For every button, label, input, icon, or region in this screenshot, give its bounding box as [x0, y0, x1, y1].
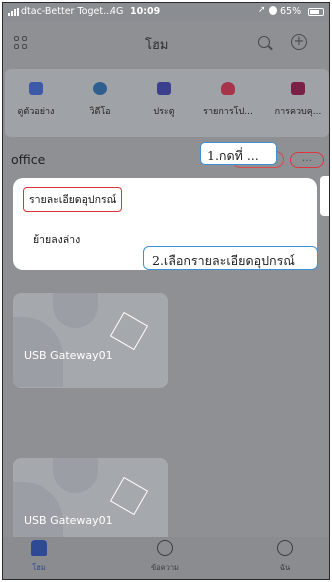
options-popup: รายละเอียดอุปกรณ์ ย้ายลงล่าง 2.เลือกรายล…: [13, 178, 318, 270]
category-label: ดูตัวอย่าง: [17, 107, 55, 117]
gateway-icon: [109, 311, 149, 351]
category-door[interactable]: ประตู: [133, 76, 195, 118]
nav-label: ข้อความ: [150, 563, 179, 572]
card-decoration: [53, 293, 98, 328]
page-title: โฮม: [145, 38, 169, 53]
room-title: office: [11, 152, 46, 167]
battery-icon: [308, 8, 324, 16]
device-category-strip: ดูตัวอย่าง วิดีโอ ประตู รายการโป... การค…: [5, 69, 329, 137]
camera-icon: [29, 82, 43, 95]
network-type: 4G: [110, 6, 124, 17]
popup-edge: [320, 176, 329, 216]
profile-icon: [277, 540, 293, 556]
alarm-icon: [269, 6, 277, 15]
carrier-name: dtac-Better Toget...: [21, 6, 113, 17]
control-icon: [291, 82, 305, 95]
phone-screen: dtac-Better Toget... 4G 10:09 ➚ 65% โฮม …: [2, 2, 330, 580]
nav-messages[interactable]: ข้อความ: [137, 540, 193, 574]
gateway-icon: [109, 476, 149, 516]
category-video[interactable]: วิดีโอ: [69, 76, 131, 118]
dimmed-home-content: โฮม + ดูตัวอย่าง วิดีโอ ประตู รายการโป..…: [3, 21, 329, 553]
category-favorites[interactable]: รายการโป...: [197, 76, 259, 118]
nav-me[interactable]: ฉัน: [265, 540, 305, 574]
add-icon[interactable]: +: [291, 34, 307, 50]
grid-menu-icon[interactable]: [14, 36, 28, 50]
location-icon: ➚: [258, 5, 266, 15]
step2-callout: 2.เลือกรายละเอียดอุปกรณ์: [143, 246, 318, 270]
card-decoration: [53, 458, 98, 493]
device-card[interactable]: USB Gateway01: [13, 293, 168, 388]
clock: 10:09: [130, 6, 161, 17]
video-icon: [93, 82, 107, 95]
nav-label: โฮม: [32, 563, 46, 572]
category-label: วิดีโอ: [89, 107, 111, 117]
battery-percent: 65%: [280, 6, 302, 17]
message-icon: [157, 540, 173, 556]
nav-label: ฉัน: [279, 563, 291, 572]
category-label: รายการโป...: [203, 107, 253, 117]
category-label: การควบคุ...: [274, 107, 322, 117]
move-down-menu-item[interactable]: ย้ายลงล่าง: [33, 231, 80, 248]
home-icon: [31, 540, 47, 556]
signal-icon: [8, 8, 19, 16]
category-preview[interactable]: ดูตัวอย่าง: [5, 76, 67, 118]
device-name: USB Gateway01: [24, 514, 113, 527]
nav-home[interactable]: โฮม: [19, 540, 59, 574]
device-details-menu-item[interactable]: รายละเอียดอุปกรณ์: [23, 187, 123, 212]
search-icon[interactable]: [258, 36, 270, 48]
more-options-button[interactable]: ...: [290, 152, 324, 168]
step1-callout: 1.กดที่ ...: [200, 142, 277, 165]
heart-icon: [221, 82, 235, 95]
status-bar: dtac-Better Toget... 4G 10:09 ➚ 65%: [3, 3, 329, 21]
door-icon: [157, 82, 171, 95]
category-label: ประตู: [153, 107, 175, 117]
device-name: USB Gateway01: [24, 349, 113, 362]
category-control[interactable]: การควบคุ...: [267, 76, 329, 118]
bottom-nav: โฮม ข้อความ ฉัน: [3, 537, 329, 579]
